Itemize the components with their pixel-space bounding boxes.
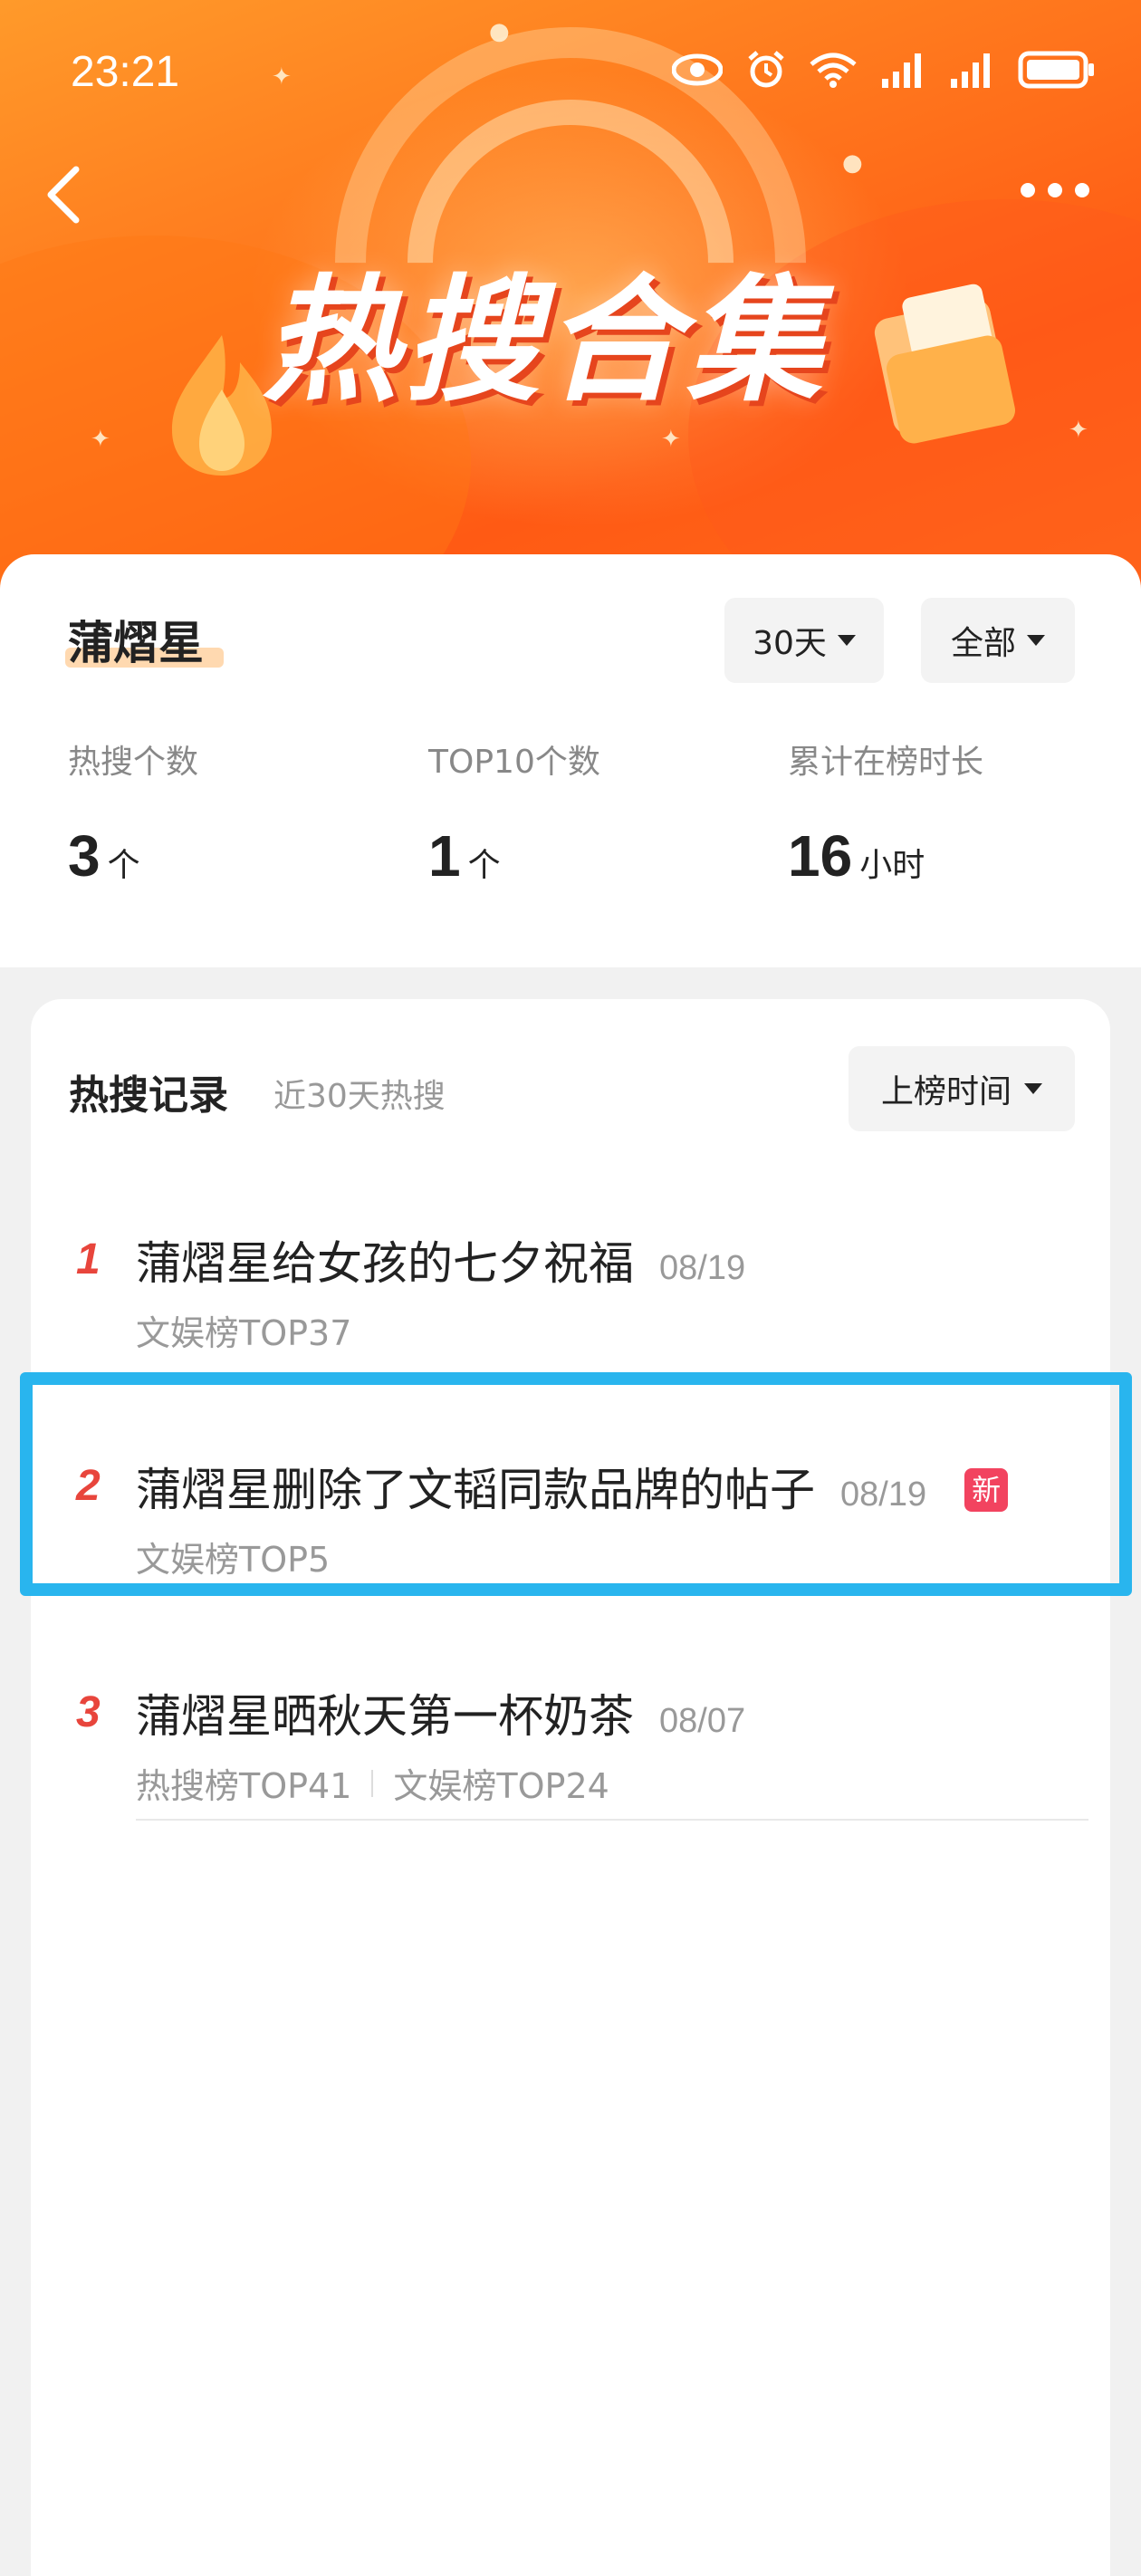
sparkle-icon: ● bbox=[842, 149, 863, 177]
scope-filter-label: 全部 bbox=[950, 625, 1016, 662]
sparkle-icon: ✦ bbox=[91, 426, 110, 453]
stat-value: 3 个 bbox=[68, 822, 198, 889]
item-tags: 文娱榜TOP5 bbox=[136, 1532, 330, 1581]
item-title-text: 蒲熠星给女孩的七夕祝福 bbox=[136, 1237, 634, 1290]
sparkle-icon: ✦ bbox=[661, 426, 681, 453]
item-tag: 文娱榜TOP37 bbox=[136, 1313, 352, 1353]
stat-label: 累计在榜时长 bbox=[788, 744, 984, 781]
caret-down-icon bbox=[1027, 635, 1045, 646]
item-date: 08/19 bbox=[659, 1249, 746, 1287]
stat-total-duration: 累计在榜时长 16 小时 bbox=[788, 735, 983, 889]
eye-icon bbox=[672, 53, 723, 86]
caret-down-icon bbox=[837, 635, 856, 646]
signal-icon bbox=[949, 52, 994, 88]
item-title: 蒲熠星删除了文韬同款品牌的帖子 08/19 新 bbox=[136, 1454, 1009, 1519]
list-item[interactable]: 1 蒲熠星给女孩的七夕祝福 08/19 文娱榜TOP37 bbox=[31, 1198, 1110, 1416]
page-title: 热搜合集 bbox=[263, 263, 829, 420]
item-tag: 文娱榜TOP24 bbox=[393, 1766, 609, 1806]
records-subtitle: 近30天热搜 bbox=[273, 1078, 446, 1115]
status-icons bbox=[672, 50, 1096, 90]
wifi-icon bbox=[810, 52, 857, 88]
item-title-text: 蒲熠星晒秋天第一杯奶茶 bbox=[136, 1690, 634, 1743]
list-item[interactable]: 3 蒲熠星晒秋天第一杯奶茶 08/07 热搜榜TOP41 文娱榜TOP24 bbox=[31, 1651, 1110, 1869]
days-filter-label: 30天 bbox=[753, 625, 827, 662]
more-dots-icon bbox=[1021, 183, 1089, 197]
rank-number: 3 bbox=[76, 1688, 101, 1736]
item-title: 蒲熠星晒秋天第一杯奶茶 08/07 bbox=[136, 1680, 745, 1745]
stat-number: 1 bbox=[428, 823, 461, 889]
more-button[interactable] bbox=[1014, 177, 1096, 207]
chevron-left-icon bbox=[47, 166, 80, 224]
item-tag: 热搜榜TOP41 bbox=[136, 1766, 352, 1806]
item-tags: 文娱榜TOP37 bbox=[136, 1305, 351, 1355]
stat-top10-count: TOP10个数 1 个 bbox=[428, 735, 600, 889]
stat-hot-search-count: 热搜个数 3 个 bbox=[68, 735, 198, 889]
stat-number: 16 bbox=[788, 823, 853, 889]
folder-icon bbox=[874, 272, 1019, 444]
stat-value: 1 个 bbox=[428, 822, 600, 889]
stat-number: 3 bbox=[68, 823, 101, 889]
rank-number: 1 bbox=[76, 1235, 101, 1283]
stat-label: TOP10个数 bbox=[428, 744, 600, 781]
summary-card: 蒲熠星 30天 全部 热搜个数 3 个 TOP10个数 1 个 累计在榜时长 1… bbox=[0, 554, 1141, 967]
records-title: 热搜记录 bbox=[69, 1072, 228, 1119]
item-title-text: 蒲熠星删除了文韬同款品牌的帖子 bbox=[136, 1464, 815, 1516]
scope-filter-dropdown[interactable]: 全部 bbox=[921, 598, 1075, 683]
records-card: 热搜记录 近30天热搜 上榜时间 1 蒲熠星给女孩的七夕祝福 08/19 文娱榜T… bbox=[31, 999, 1110, 2576]
status-time: 23:21 bbox=[71, 48, 180, 96]
tag-separator bbox=[371, 1769, 374, 1797]
sort-dropdown[interactable]: 上榜时间 bbox=[849, 1046, 1075, 1131]
sort-label: 上榜时间 bbox=[880, 1073, 1012, 1110]
rank-number: 2 bbox=[76, 1462, 101, 1510]
person-name: 蒲熠星 bbox=[68, 617, 204, 669]
battery-icon bbox=[1018, 51, 1096, 89]
item-date: 08/07 bbox=[659, 1702, 746, 1740]
item-title: 蒲熠星给女孩的七夕祝福 08/19 bbox=[136, 1227, 745, 1293]
sparkle-icon: ✦ bbox=[1069, 417, 1088, 444]
caret-down-icon bbox=[1024, 1083, 1042, 1094]
stat-unit: 个 bbox=[107, 847, 140, 884]
status-bar: 23:21 bbox=[0, 0, 1141, 145]
signal-icon bbox=[880, 52, 925, 88]
header-banner: ✦ ● ● ✦ ✦ ✦ 23:21 热搜合集 bbox=[0, 0, 1141, 598]
item-tags: 热搜榜TOP41 文娱榜TOP24 bbox=[136, 1758, 609, 1808]
stat-value: 16 小时 bbox=[788, 822, 983, 889]
stat-unit: 小时 bbox=[859, 847, 925, 884]
new-badge: 新 bbox=[964, 1468, 1009, 1512]
item-date: 08/19 bbox=[840, 1475, 927, 1514]
divider bbox=[136, 1819, 1088, 1821]
list-item[interactable]: 2 蒲熠星删除了文韬同款品牌的帖子 08/19 新 文娱榜TOP5 bbox=[31, 1425, 1110, 1642]
days-filter-dropdown[interactable]: 30天 bbox=[724, 598, 884, 683]
stat-label: 热搜个数 bbox=[68, 744, 199, 781]
item-tag: 文娱榜TOP5 bbox=[136, 1540, 331, 1580]
alarm-icon bbox=[746, 50, 786, 90]
back-button[interactable] bbox=[36, 159, 91, 231]
stat-unit: 个 bbox=[467, 847, 501, 884]
